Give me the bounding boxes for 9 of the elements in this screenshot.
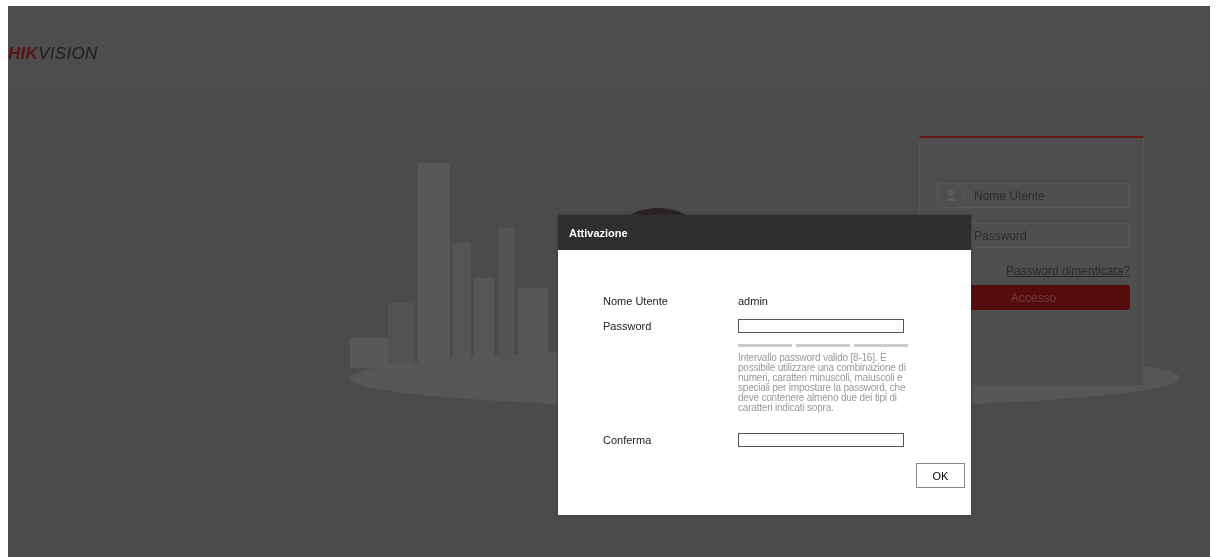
ok-button[interactable]: OK	[916, 463, 965, 488]
field-label: Password	[603, 319, 653, 334]
confirm-input[interactable]	[738, 433, 904, 447]
field-label: Conferma	[603, 433, 653, 448]
password-input[interactable]	[738, 319, 904, 333]
field-value: admin	[738, 294, 769, 309]
hint-text: Intervallo password valido [8-16]. È possibile utilizzare una combinazione di numeri, caratteri minuscoli, maiuscoli e speciali per impostare la password, che deve contenere almeno due dei tipi di caratteri indicati sopra.	[738, 353, 907, 413]
field-label: Nome Utente	[603, 294, 669, 309]
dialog-title: Attivazione	[569, 226, 628, 239]
